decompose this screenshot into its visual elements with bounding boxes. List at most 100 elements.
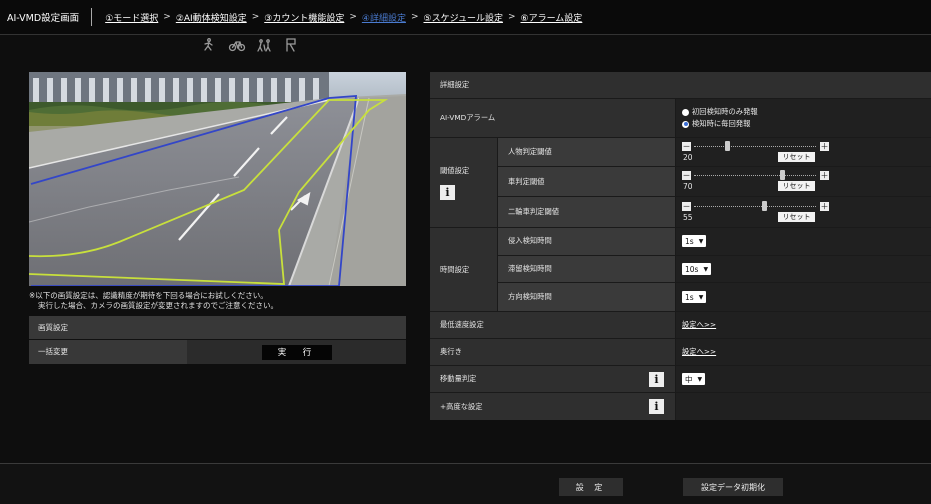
increase-button[interactable]: ＋ [820, 201, 829, 211]
crumb-count-function[interactable]: ③カウント機能設定 [264, 11, 344, 24]
bulk-change-row: 一括変更 実 行 [29, 340, 406, 364]
movement-label-cell: 移動量判定 i [430, 366, 675, 392]
chevron-down-icon: ▼ [703, 265, 709, 273]
chevron-down-icon: ▼ [697, 375, 703, 383]
loitering-time-row: 滞留検知時間 10s ▼ [497, 255, 931, 284]
intrusion-time-select[interactable]: 1s ▼ [682, 235, 707, 248]
alarm-option-every-time-label: 検知時に毎回発報 [692, 119, 751, 128]
time-rows: 侵入検知時間 1s ▼ 滞留検知時間 10s ▼ 方向検知時間 1s ▼ [497, 228, 931, 311]
loitering-time-select[interactable]: 10s ▼ [682, 263, 712, 275]
radio-unselected-icon [682, 108, 689, 116]
footer-bar [0, 464, 931, 504]
vehicle-threshold-label: 車判定閾値 [497, 167, 675, 196]
decrease-button[interactable]: － [682, 171, 691, 180]
crumb-ai-motion-detection[interactable]: ②AI動体検知設定 [176, 11, 247, 24]
execute-button[interactable]: 実 行 [261, 344, 332, 360]
person-walk-icon [204, 38, 213, 51]
ai-vmd-alarm-label: AI-VMDアラーム [430, 99, 675, 137]
advanced-info-icon[interactable]: i [649, 399, 664, 414]
bulk-change-cell: 実 行 [187, 344, 406, 360]
camera-preview[interactable] [29, 72, 406, 286]
crumb-arrow: > [349, 12, 357, 22]
crumb-mode-select[interactable]: ①モード選択 [105, 11, 158, 24]
time-settings-label: 時間設定 [430, 228, 497, 311]
slider-handle[interactable] [725, 140, 730, 151]
two-wheeler-threshold-slider[interactable]: － ＋ 55 リセット [682, 200, 830, 225]
advanced-settings-label[interactable]: +高度な設定 [440, 402, 483, 412]
depth-row: 奥行き 設定へ>> [430, 339, 931, 366]
increase-button[interactable]: ＋ [820, 141, 829, 151]
reset-button[interactable]: リセット [778, 181, 815, 191]
slider-handle[interactable] [762, 200, 767, 211]
person-threshold-value: 20 [683, 152, 693, 162]
time-section: 時間設定 侵入検知時間 1s ▼ 滞留検知時間 10s ▼ 方向検知時間 1s … [430, 228, 931, 312]
detail-settings-header: 詳細設定 [430, 72, 931, 98]
crumb-schedule[interactable]: ⑤スケジュール設定 [424, 11, 503, 24]
two-wheeler-threshold-label: 二輪車判定閾値 [497, 197, 675, 227]
crumb-arrow: > [163, 12, 171, 22]
reset-button[interactable]: リセット [778, 151, 815, 162]
threshold-info-icon[interactable]: i [440, 184, 455, 200]
direction-time-label: 方向検知時間 [497, 283, 675, 311]
image-settings-panel: 画質設定 一括変更 実 行 [29, 316, 406, 364]
two-wheeler-threshold-row: 二輪車判定閾値 － ＋ 55 リセット [497, 197, 931, 227]
alarm-option-first-only[interactable]: 初回検知時のみ発報 [682, 107, 758, 118]
initialize-settings-button[interactable]: 設定データ初期化 [683, 478, 783, 496]
intrusion-time-row: 侵入検知時間 1s ▼ [497, 228, 931, 256]
alarm-options: 初回検知時のみ発報 検知時に毎回発報 [675, 99, 931, 137]
alarm-row: AI-VMDアラーム 初回検知時のみ発報 検知時に毎回発報 [430, 99, 931, 138]
reset-button[interactable]: リセット [778, 211, 815, 222]
two-wheeler-threshold-cell: － ＋ 55 リセット [675, 197, 931, 227]
direction-time-row: 方向検知時間 1s ▼ [497, 283, 931, 311]
slider-track [694, 205, 816, 207]
vehicle-threshold-slider[interactable]: － ＋ 70 リセット [682, 169, 830, 194]
flag-icon [286, 38, 296, 52]
advanced-label-cell[interactable]: +高度な設定 i [430, 393, 675, 420]
two-wheeler-threshold-value: 55 [683, 212, 693, 222]
threshold-rows: 人物判定閾値 － ＋ 20 リセット 車判定閾値 － ＋ 70 リセット 二輪車… [497, 138, 931, 227]
note-line-1: ※以下の画質設定は、認識精度が期待を下回る場合にお試しください。 [29, 291, 268, 300]
threshold-section: 閾値設定 i 人物判定閾値 － ＋ 20 リセット 車判定閾値 － ＋ 70 リ… [430, 138, 931, 228]
min-speed-label: 最低速度設定 [430, 312, 675, 338]
detection-type-icons [200, 36, 298, 54]
chevron-down-icon: ▼ [698, 237, 704, 245]
movement-label: 移動量判定 [440, 374, 477, 383]
decrease-button[interactable]: － [682, 201, 691, 211]
camera-scene [29, 72, 406, 286]
person-threshold-slider[interactable]: － ＋ 20 リセット [682, 140, 830, 165]
header-bar: AI-VMD設定画面 ①モード選択 > ②AI動体検知設定 > ③カウント機能設… [0, 0, 931, 34]
decrease-button[interactable]: － [682, 141, 691, 151]
advanced-row: +高度な設定 i [430, 393, 931, 420]
crumb-detail-settings[interactable]: ④詳細設定 [362, 11, 406, 24]
depth-cell: 設定へ>> [675, 339, 931, 365]
crumb-arrow: > [410, 12, 419, 22]
min-speed-settings-link[interactable]: 設定へ>> [682, 320, 716, 330]
header-separator [91, 8, 93, 26]
note-line-2: 実行した場合、カメラの画質設定が変更されますのでご注意ください。 [38, 301, 278, 310]
slider-handle[interactable] [780, 170, 785, 180]
slider-track [694, 175, 816, 176]
movement-row: 移動量判定 i 中 ▼ [430, 366, 931, 393]
movement-select[interactable]: 中 ▼ [682, 373, 706, 385]
loitering-time-value: 10s [685, 264, 699, 274]
movement-cell: 中 ▼ [675, 366, 931, 392]
direction-time-select[interactable]: 1s ▼ [682, 291, 707, 304]
person-threshold-label: 人物判定閾値 [497, 138, 675, 166]
loitering-time-cell: 10s ▼ [675, 255, 931, 283]
vehicle-threshold-value: 70 [683, 182, 693, 191]
depth-settings-link[interactable]: 設定へ>> [682, 347, 716, 357]
set-button[interactable]: 設 定 [559, 478, 623, 496]
person-threshold-cell: － ＋ 20 リセット [675, 138, 931, 166]
depth-label: 奥行き [430, 339, 675, 365]
intrusion-time-cell: 1s ▼ [675, 228, 931, 255]
threshold-group: 閾値設定 i [430, 138, 497, 227]
alarm-option-every-time[interactable]: 検知時に毎回発報 [682, 119, 750, 130]
page-title: AI-VMD設定画面 [7, 13, 80, 24]
direction-time-value: 1s [685, 292, 694, 302]
intrusion-time-label: 侵入検知時間 [497, 228, 675, 255]
movement-info-icon[interactable]: i [649, 371, 664, 387]
crumb-alarm[interactable]: ⑥アラーム設定 [521, 11, 583, 24]
increase-button[interactable]: ＋ [820, 171, 829, 180]
bicycle-icon [228, 41, 246, 52]
crumb-arrow: > [507, 12, 516, 22]
